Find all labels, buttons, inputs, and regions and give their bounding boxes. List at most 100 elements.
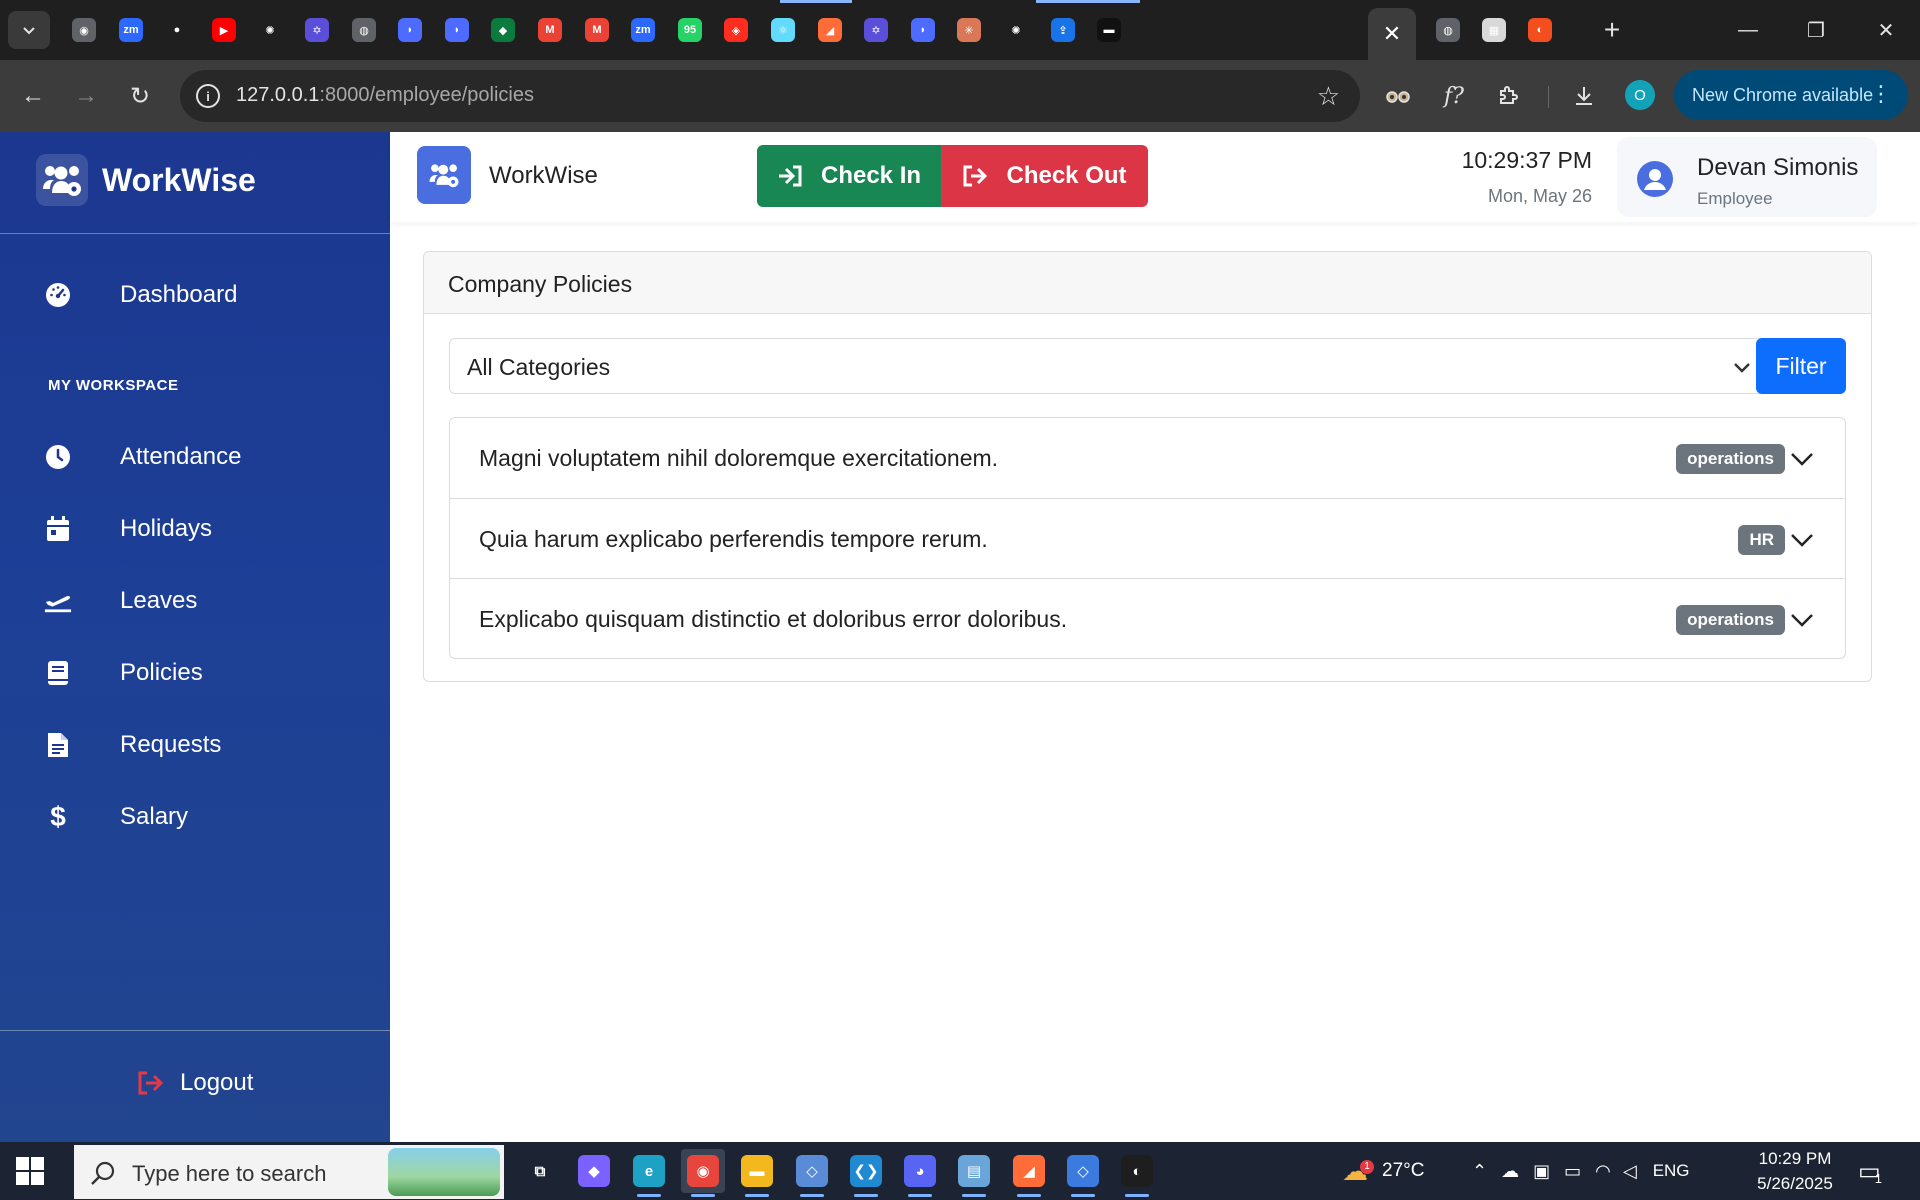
figma-favicon[interactable]: ◐ [1524,14,1556,46]
deepseek-favicon[interactable]: ◗ [394,14,426,46]
linear-favicon[interactable]: ✡ [301,14,333,46]
category-select[interactable]: All Categories [449,338,1769,394]
gmail-favicon[interactable]: M [534,14,566,46]
policy-item[interactable]: Quia harum explicabo perferendis tempore… [450,498,1845,578]
user-profile-card[interactable]: Devan Simonis Employee [1617,137,1877,217]
weather-widget[interactable]: ☁ 1 27°C [1342,1142,1424,1200]
onedrive-icon[interactable]: ☁ [1501,1161,1519,1182]
tab-search-button[interactable] [8,11,50,49]
sidebar-item-dashboard[interactable]: Dashboard [0,267,390,323]
edge-taskbar-button[interactable]: e [627,1149,671,1197]
sidebar-item-label: Attendance [120,443,242,470]
sidebar-item-leaves[interactable]: Leaves [0,573,390,629]
search-highlight-image [388,1148,500,1196]
taskbar-clock[interactable]: 10:29 PM 5/26/2025 [1740,1146,1850,1196]
back-button[interactable]: ← [13,76,53,116]
figma-taskbar-button[interactable]: ◐ [1115,1149,1159,1197]
photo-favicon[interactable]: ▦ [1478,14,1510,46]
copilot-taskbar-button[interactable]: ◆ [572,1149,616,1193]
more-menu-icon[interactable]: ⋮ [1870,80,1892,108]
chrome-update-button[interactable]: New Chrome available ⋮ [1674,70,1908,120]
chrome-favicon[interactable]: ◉ [68,14,100,46]
sidebar-brand[interactable]: WorkWise [36,154,256,206]
share-favicon[interactable]: ⇪ [1047,14,1079,46]
terminal-icon: ▬ [1097,18,1121,42]
language-indicator[interactable]: ENG [1653,1161,1690,1181]
logout-button[interactable]: Logout [136,1069,253,1097]
sidebar-item-policies[interactable]: Policies [0,645,390,701]
plus-icon: + [1603,14,1621,45]
globe-favicon-2[interactable]: ◍ [1432,14,1464,46]
discord-taskbar-button[interactable]: ◕ [898,1149,942,1197]
restore-button[interactable]: ❐ [1786,10,1846,50]
forward-button[interactable]: → [66,76,106,116]
sourcetree-taskbar-button[interactable]: ◇ [1061,1149,1105,1197]
github-favicon[interactable]: ● [161,14,193,46]
browser-tab-strip: ◉ zm ● ▶ ✺ ✡ ◍ ◗ ◗ ◆ M Mzm 95 ◈ ⚛ ◢ ✡ ◗ ✳ ✺ ⇪ ▬ ✕ ◍ ▦ ◐ + — ❐ ✕ [0,0,1920,60]
extension-font-icon[interactable]: f? [1436,78,1472,114]
new-tab-button[interactable]: + [1596,14,1628,46]
reload-button[interactable]: ↻ [120,76,160,116]
postman-taskbar-button[interactable]: ◢ [1007,1149,1051,1197]
react-favicon[interactable]: ⚛ [767,14,799,46]
file-explorer-icon: ▬ [741,1155,773,1187]
windows-start-icon[interactable] [16,1157,44,1185]
url-text[interactable]: 127.0.0.1:8000/employee/policies [236,84,534,107]
vscode-taskbar-button[interactable]: ❮❯ [844,1149,888,1197]
chrome-icon: ◉ [72,18,96,42]
whatsapp-favicon[interactable]: 95 [674,14,706,46]
task-view-taskbar-button[interactable]: ⧉ [518,1149,562,1193]
terminal-favicon[interactable]: ▬ [1093,14,1125,46]
close-window-button[interactable]: ✕ [1856,10,1916,50]
bookmark-star-icon[interactable]: ☆ [1317,81,1340,112]
active-tab[interactable]: ✕ [1368,8,1416,60]
weather-temp: 27°C [1382,1160,1425,1181]
chrome-taskbar-button[interactable]: ◉ [681,1149,725,1197]
youtube-favicon[interactable]: ▶ [208,14,240,46]
deepseek-favicon-2[interactable]: ◗ [441,14,473,46]
chevron-up-icon[interactable]: ⌃ [1472,1161,1487,1182]
close-tab-icon[interactable]: ✕ [1383,21,1401,47]
sidebar-item-attendance[interactable]: Attendance [0,429,390,485]
file-explorer-taskbar-button[interactable]: ▬ [735,1149,779,1197]
filter-button[interactable]: Filter [1756,338,1846,394]
card-header: Company Policies [424,252,1871,314]
git-tool-taskbar-button[interactable]: ◇ [790,1149,834,1197]
gauge-icon [44,281,72,309]
deepseek-favicon-3[interactable]: ◗ [907,14,939,46]
volume-icon[interactable]: ◁ [1623,1161,1637,1182]
downloads-icon[interactable] [1566,78,1602,114]
notepad-taskbar-button[interactable]: ▤ [952,1149,996,1197]
minimize-button[interactable]: — [1718,10,1778,50]
globe-favicon[interactable]: ◍ [348,14,380,46]
wifi-icon[interactable]: ◠ [1595,1161,1611,1182]
header-app-name: WorkWise [489,162,598,189]
check-out-button[interactable]: Check Out [941,145,1148,207]
mongodb-favicon[interactable]: ◆ [487,14,519,46]
postman-favicon[interactable]: ◢ [814,14,846,46]
gmail-favicon-2[interactable]: M [581,14,613,46]
claude-favicon[interactable]: ✳ [953,14,985,46]
linear-favicon-2[interactable]: ✡ [860,14,892,46]
notification-center-button[interactable]: ▭ 1 [1858,1142,1882,1200]
sidebar-item-requests[interactable]: Requests [0,717,390,773]
zoom-favicon[interactable]: zm [115,14,147,46]
zoom-favicon-2[interactable]: zm [627,14,659,46]
sidebar-item-salary[interactable]: $ Salary [0,789,390,845]
extensions-puzzle-icon[interactable] [1490,78,1526,114]
check-in-button[interactable]: Check In [757,145,941,207]
site-info-icon[interactable]: i [196,84,220,108]
taskbar-search-input[interactable]: Type here to search [74,1145,504,1199]
laravel-favicon[interactable]: ◈ [720,14,752,46]
extension-glasses-icon[interactable] [1380,78,1416,114]
battery-icon[interactable]: ▭ [1564,1161,1581,1182]
address-bar[interactable]: i 127.0.0.1:8000/employee/policies ☆ [180,70,1360,122]
sourcetree-icon: ◇ [1067,1155,1099,1187]
openai-favicon[interactable]: ✺ [254,14,286,46]
openai-favicon-2[interactable]: ✺ [1000,14,1032,46]
policy-item[interactable]: Magni voluptatem nihil doloremque exerci… [450,418,1845,498]
sidebar-item-holidays[interactable]: Holidays [0,501,390,557]
policy-item[interactable]: Explicabo quisquam distinctio et dolorib… [450,578,1845,658]
profile-avatar[interactable]: O [1625,80,1655,110]
device-icon[interactable]: ▣ [1533,1161,1550,1182]
